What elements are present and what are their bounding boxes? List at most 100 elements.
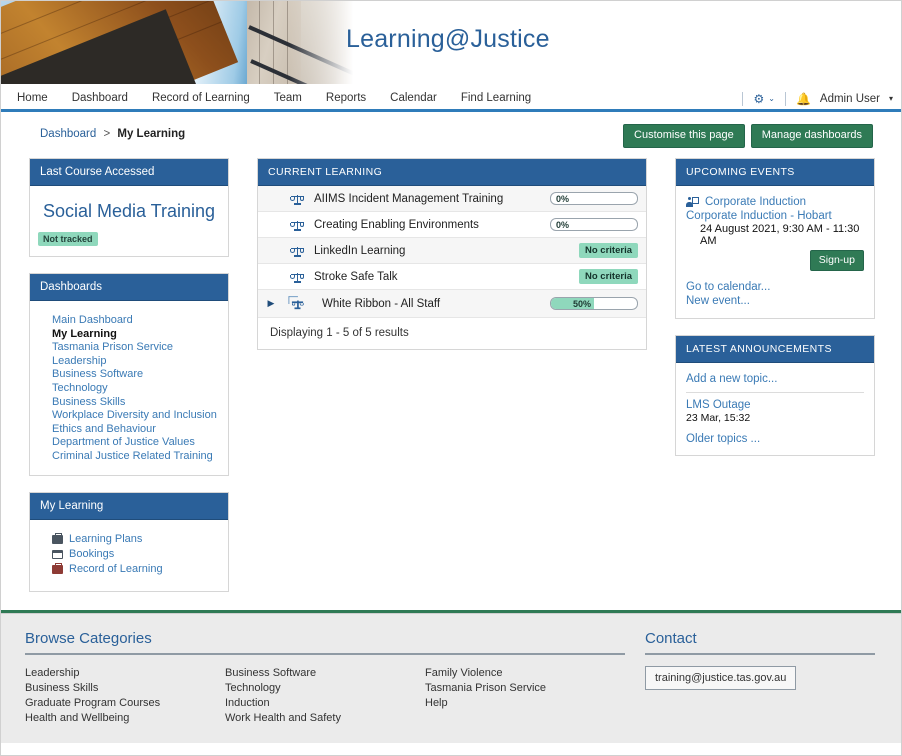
dashboard-link-tasmania-prison-service[interactable]: Tasmania Prison Service: [52, 341, 173, 353]
program-name[interactable]: White Ribbon - All Staff: [310, 298, 546, 310]
list-item[interactable]: Department of Justice Values: [40, 435, 218, 449]
course-progress-cell: No criteria: [546, 268, 638, 285]
list-item[interactable]: My Learning: [40, 327, 218, 341]
course-name[interactable]: Creating Enabling Environments: [310, 219, 546, 231]
expand-triangle-icon[interactable]: ▶: [258, 298, 284, 309]
dashboard-link-business-software[interactable]: Business Software: [52, 368, 143, 380]
table-row[interactable]: Creating Enabling Environments 0%: [258, 212, 646, 238]
progress-bar: 0%: [550, 192, 638, 205]
footer-category-columns: Leadership Business Skills Graduate Prog…: [25, 666, 625, 726]
footer-link-induction[interactable]: Induction: [225, 696, 425, 711]
block-dashboards: Dashboards Main Dashboard My Learning Ta…: [29, 273, 229, 476]
session-name-link[interactable]: Corporate Induction - Hobart: [686, 210, 864, 222]
no-criteria-badge: No criteria: [579, 242, 638, 259]
user-menu-caret-icon[interactable]: ▾: [889, 94, 893, 103]
breadcrumb-dashboard[interactable]: Dashboard: [40, 128, 96, 140]
block-last-course-accessed: Last Course Accessed Social Media Traini…: [29, 158, 229, 257]
list-item[interactable]: Workplace Diversity and Inclusion: [40, 408, 218, 422]
announcement-title-link[interactable]: LMS Outage: [686, 399, 864, 411]
announcement-timestamp: 23 Mar, 15:32: [686, 412, 751, 424]
footer-inner: Browse Categories Leadership Business Sk…: [25, 630, 877, 726]
footer-link-work-health-and-safety[interactable]: Work Health and Safety: [225, 711, 425, 726]
course-scales-icon: [284, 245, 310, 257]
footer-link-family-violence[interactable]: Family Violence: [425, 666, 625, 681]
manage-dashboards-button[interactable]: Manage dashboards: [750, 124, 873, 148]
progress-label: 0%: [556, 193, 570, 204]
nav-item-calendar[interactable]: Calendar: [378, 85, 449, 112]
event-links: Go to calendar... New event...: [686, 280, 864, 308]
go-to-calendar-link[interactable]: Go to calendar...: [686, 280, 864, 294]
footer-link-business-software[interactable]: Business Software: [225, 666, 425, 681]
left-column: Last Course Accessed Social Media Traini…: [29, 158, 229, 608]
footer-link-health-and-wellbeing[interactable]: Health and Wellbeing: [25, 711, 225, 726]
footer-link-leadership[interactable]: Leadership: [25, 666, 225, 681]
footer-column-3: Family Violence Tasmania Prison Service …: [425, 666, 625, 726]
page-action-buttons: Customise this page Manage dashboards: [623, 124, 873, 148]
footer-link-tasmania-prison-service[interactable]: Tasmania Prison Service: [425, 681, 625, 696]
my-learning-link-record-of-learning[interactable]: Record of Learning: [69, 563, 163, 576]
list-item[interactable]: Learning Plans: [40, 532, 218, 547]
course-name[interactable]: AIIMS Incident Management Training: [310, 193, 546, 205]
dashboard-link-ethics-and-behaviour[interactable]: Ethics and Behaviour: [52, 423, 156, 435]
add-new-topic-link[interactable]: Add a new topic...: [686, 373, 864, 385]
list-item[interactable]: Tasmania Prison Service: [40, 340, 218, 354]
footer-link-technology[interactable]: Technology: [225, 681, 425, 696]
nav-item-reports[interactable]: Reports: [314, 85, 378, 112]
divider: [686, 392, 864, 393]
nav-item-dashboard[interactable]: Dashboard: [60, 85, 140, 112]
list-item[interactable]: Record of Learning: [40, 562, 218, 577]
last-course-name[interactable]: Social Media Training: [38, 192, 220, 231]
list-item[interactable]: Bookings: [40, 547, 218, 562]
dashboard-link-criminal-justice-related-training[interactable]: Criminal Justice Related Training: [52, 450, 213, 462]
table-row[interactable]: LinkedIn Learning No criteria: [258, 238, 646, 264]
table-row[interactable]: Stroke Safe Talk No criteria: [258, 264, 646, 290]
list-item[interactable]: Main Dashboard: [40, 313, 218, 327]
table-row[interactable]: AIIMS Incident Management Training 0%: [258, 186, 646, 212]
list-item[interactable]: Leadership: [40, 354, 218, 368]
event-name[interactable]: Corporate Induction: [705, 196, 806, 208]
nav-item-home[interactable]: Home: [13, 85, 60, 112]
divider: [645, 653, 875, 655]
my-learning-link-learning-plans[interactable]: Learning Plans: [69, 533, 142, 546]
list-item[interactable]: Business Software: [40, 367, 218, 381]
event-heading[interactable]: Corporate Induction: [686, 196, 864, 208]
page-root: Learning@Justice Home Dashboard Record o…: [0, 0, 902, 756]
my-learning-link-bookings[interactable]: Bookings: [69, 548, 114, 561]
dashboard-link-technology[interactable]: Technology: [52, 382, 108, 394]
latest-announcements-body: Add a new topic... LMS Outage 23 Mar, 15…: [676, 363, 874, 455]
list-item[interactable]: Ethics and Behaviour: [40, 422, 218, 436]
nav-item-team[interactable]: Team: [262, 85, 314, 112]
footer-link-graduate-program-courses[interactable]: Graduate Program Courses: [25, 696, 225, 711]
block-title-current-learning: CURRENT LEARNING: [258, 159, 646, 186]
dashboard-link-main-dashboard[interactable]: Main Dashboard: [52, 314, 133, 326]
list-item[interactable]: Business Skills: [40, 395, 218, 409]
right-column: UPCOMING EVENTS Corporate Induction Corp…: [675, 158, 875, 472]
upcoming-events-body: Corporate Induction Corporate Induction …: [676, 186, 874, 318]
block-title-last-course: Last Course Accessed: [30, 159, 228, 186]
contact-email[interactable]: training@justice.tas.gov.au: [645, 666, 797, 690]
list-item[interactable]: Criminal Justice Related Training: [40, 449, 218, 463]
nav-item-find-learning[interactable]: Find Learning: [449, 85, 543, 112]
customise-this-page-button[interactable]: Customise this page: [623, 124, 745, 148]
bell-icon[interactable]: 🔔: [796, 92, 811, 106]
course-name[interactable]: LinkedIn Learning: [310, 245, 546, 257]
dashboard-link-workplace-diversity-and-inclusion[interactable]: Workplace Diversity and Inclusion: [52, 409, 217, 421]
sign-up-button[interactable]: Sign-up: [809, 250, 864, 271]
breadcrumb-current: My Learning: [117, 128, 186, 140]
gear-icon[interactable]: ⚙: [753, 92, 764, 106]
course-name[interactable]: Stroke Safe Talk: [310, 271, 546, 283]
new-event-link[interactable]: New event...: [686, 294, 864, 308]
nav-item-record-of-learning[interactable]: Record of Learning: [140, 85, 262, 112]
user-name-label[interactable]: Admin User: [820, 93, 880, 105]
older-topics-link[interactable]: Older topics ...: [686, 433, 864, 445]
footer-link-business-skills[interactable]: Business Skills: [25, 681, 225, 696]
list-item[interactable]: Technology: [40, 381, 218, 395]
dashboard-link-department-of-justice-values[interactable]: Department of Justice Values: [52, 436, 195, 448]
progress-bar: 0%: [550, 218, 638, 231]
footer-link-help[interactable]: Help: [425, 696, 625, 711]
dashboard-link-leadership[interactable]: Leadership: [52, 355, 106, 367]
briefcase-red-icon: [52, 562, 63, 574]
table-row[interactable]: ▶ White Ribbon - All Staff 50%: [258, 290, 646, 318]
dashboard-link-business-skills[interactable]: Business Skills: [52, 396, 125, 408]
chevron-down-icon[interactable]: ⌄: [768, 94, 775, 103]
